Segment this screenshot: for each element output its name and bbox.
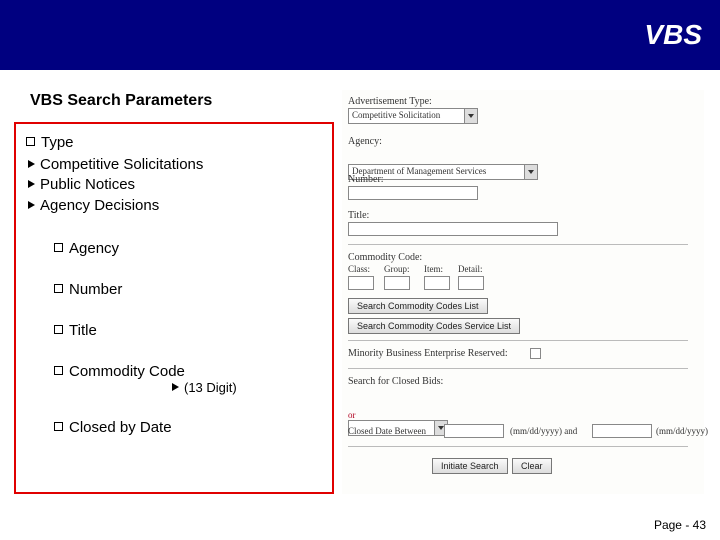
number-input[interactable] [348, 186, 478, 200]
cc-item-label: Item: [424, 264, 443, 274]
number-label: Number: [348, 174, 384, 185]
initiate-search-button[interactable]: Initiate Search [432, 458, 508, 474]
page-number: Page - 43 [654, 518, 706, 532]
cc-detail-input[interactable] [458, 276, 484, 290]
clear-button[interactable]: Clear [512, 458, 552, 474]
cc-item-input[interactable] [424, 276, 450, 290]
mbe-checkbox[interactable] [530, 348, 541, 359]
date-hint-2: (mm/dd/yyyy) [656, 426, 708, 436]
divider [348, 368, 688, 369]
date-from-input[interactable] [444, 424, 504, 438]
type-item: Public Notices [40, 176, 135, 193]
title-heading: Title [69, 322, 97, 339]
agency-heading: Agency [69, 240, 119, 257]
search-cc-service-button[interactable]: Search Commodity Codes Service List [348, 318, 520, 334]
cc-group-input[interactable] [384, 276, 410, 290]
square-bullet-icon [54, 422, 63, 431]
or-label: or [348, 410, 356, 420]
agency-label: Agency: [348, 136, 382, 147]
square-bullet-icon [54, 284, 63, 293]
number-heading: Number [69, 281, 122, 298]
type-item: Agency Decisions [40, 197, 159, 214]
date-to-input[interactable] [592, 424, 652, 438]
mbe-label: Minority Business Enterprise Reserved: [348, 348, 508, 359]
adv-type-label: Advertisement Type: [348, 96, 432, 107]
type-item: Competitive Solicitations [40, 156, 203, 173]
page-title: VBS Search Parameters [30, 92, 212, 110]
title-bar: VBS [0, 0, 720, 70]
divider [348, 244, 688, 245]
triangle-bullet-icon [28, 160, 35, 168]
triangle-bullet-icon [28, 201, 35, 209]
divider [348, 446, 688, 447]
closed-heading: Closed by Date [69, 419, 172, 436]
commodity-code-label: Commodity Code: [348, 252, 422, 263]
commodity-heading: Commodity Code [69, 363, 185, 380]
app-title: VBS [644, 19, 702, 51]
type-heading: Type [41, 134, 74, 151]
search-cc-button[interactable]: Search Commodity Codes List [348, 298, 488, 314]
cc-detail-label: Detail: [458, 264, 483, 274]
square-bullet-icon [26, 137, 35, 146]
title-input[interactable] [348, 222, 558, 236]
adv-type-select[interactable]: Competitive Solicitation [348, 108, 478, 124]
cc-group-label: Group: [384, 264, 410, 274]
cc-class-label: Class: [348, 264, 370, 274]
parameters-callout: Type Competitive Solicitations Public No… [14, 122, 334, 494]
form-screenshot: Advertisement Type: Competitive Solicita… [342, 90, 704, 494]
triangle-bullet-icon [28, 180, 35, 188]
date-hint-1: (mm/dd/yyyy) and [510, 426, 577, 436]
closed-date-between-label: Closed Date Between [348, 426, 426, 436]
divider [348, 340, 688, 341]
square-bullet-icon [54, 325, 63, 334]
square-bullet-icon [54, 366, 63, 375]
cc-class-input[interactable] [348, 276, 374, 290]
title-label: Title: [348, 210, 369, 221]
square-bullet-icon [54, 243, 63, 252]
commodity-sub: (13 Digit) [184, 380, 237, 395]
closed-label: Search for Closed Bids: [348, 376, 443, 387]
triangle-bullet-icon [172, 383, 179, 391]
